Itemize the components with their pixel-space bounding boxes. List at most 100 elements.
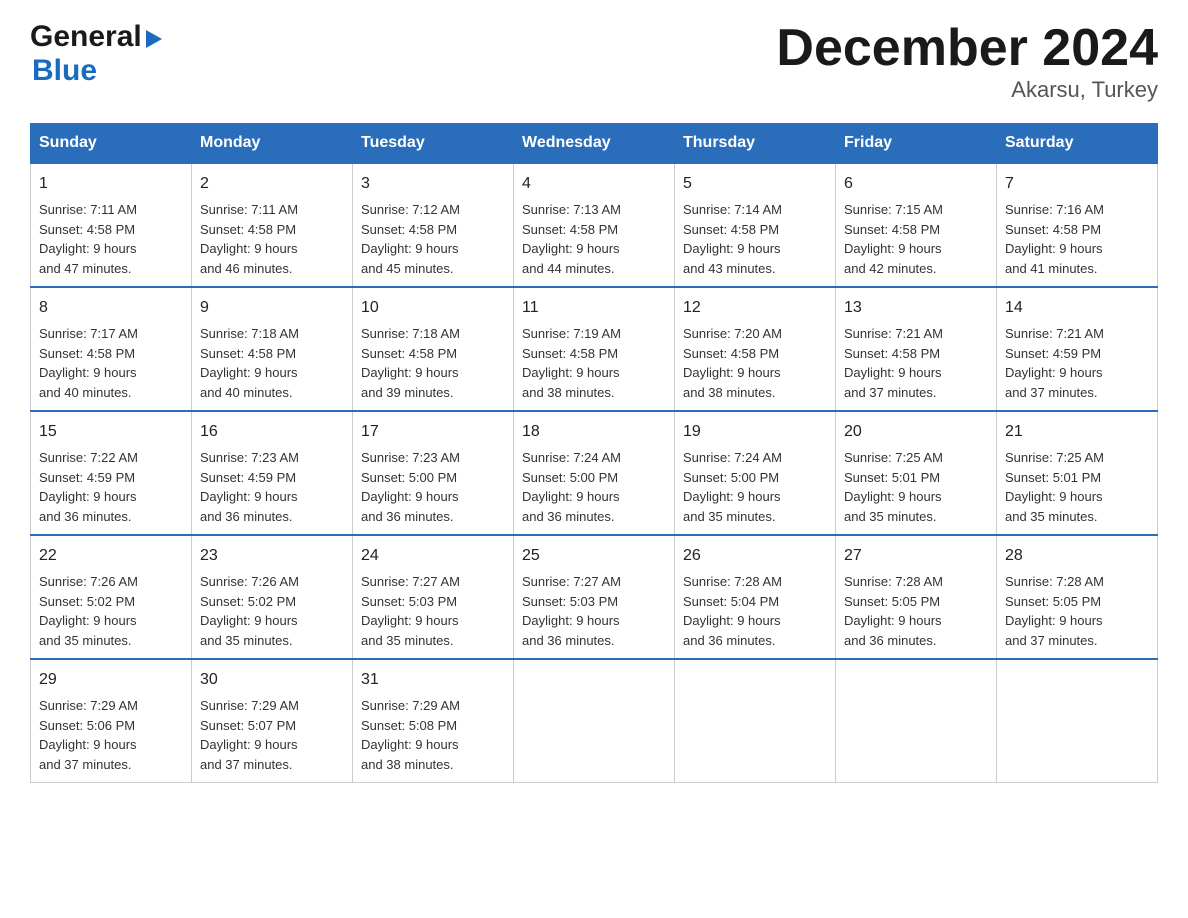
day-info: Sunrise: 7:29 AMSunset: 5:07 PMDaylight:… — [200, 698, 299, 772]
day-info: Sunrise: 7:25 AMSunset: 5:01 PMDaylight:… — [844, 450, 943, 524]
calendar-cell: 2 Sunrise: 7:11 AMSunset: 4:58 PMDaylight… — [192, 163, 353, 287]
calendar-cell: 18Sunrise: 7:24 AMSunset: 5:00 PMDayligh… — [514, 411, 675, 535]
day-number: 23 — [200, 544, 344, 568]
calendar-cell: 28 Sunrise: 7:28 AMSunset: 5:05 PMDayligh… — [997, 535, 1158, 659]
month-title: December 2024 — [776, 20, 1158, 77]
day-info: Sunrise: 7:21 AMSunset: 4:59 PMDaylight:… — [1005, 326, 1104, 400]
logo: General Blue — [30, 20, 162, 88]
calendar-cell — [675, 659, 836, 783]
calendar-table: SundayMondayTuesdayWednesdayThursdayFrid… — [30, 123, 1158, 783]
calendar-week-3: 15 Sunrise: 7:22 AMSunset: 4:59 PMDayligh… — [31, 411, 1158, 535]
day-number: 4 — [522, 172, 666, 196]
day-info: Sunrise: 7:18 AMSunset: 4:58 PMDaylight:… — [361, 326, 460, 400]
day-number: 9 — [200, 296, 344, 320]
calendar-cell — [997, 659, 1158, 783]
calendar-cell: 21Sunrise: 7:25 AMSunset: 5:01 PMDayligh… — [997, 411, 1158, 535]
day-info: Sunrise: 7:23 AMSunset: 5:00 PMDaylight:… — [361, 450, 460, 524]
calendar-cell: 1 Sunrise: 7:11 AMSunset: 4:58 PMDaylight… — [31, 163, 192, 287]
calendar-cell: 20 Sunrise: 7:25 AMSunset: 5:01 PMDayligh… — [836, 411, 997, 535]
location-text: Akarsu, Turkey — [776, 77, 1158, 103]
calendar-cell: 19 Sunrise: 7:24 AMSunset: 5:00 PMDayligh… — [675, 411, 836, 535]
day-number: 15 — [39, 420, 183, 444]
day-number: 5 — [683, 172, 827, 196]
day-number: 2 — [200, 172, 344, 196]
logo-arrow-icon — [146, 30, 162, 48]
day-info: Sunrise: 7:24 AMSunset: 5:00 PMDaylight:… — [522, 450, 621, 524]
day-info: Sunrise: 7:26 AMSunset: 5:02 PMDaylight:… — [39, 574, 138, 648]
day-number: 26 — [683, 544, 827, 568]
calendar-week-4: 22 Sunrise: 7:26 AMSunset: 5:02 PMDayligh… — [31, 535, 1158, 659]
calendar-cell: 3Sunrise: 7:12 AMSunset: 4:58 PMDaylight… — [353, 163, 514, 287]
day-info: Sunrise: 7:19 AMSunset: 4:58 PMDaylight:… — [522, 326, 621, 400]
day-info: Sunrise: 7:11 AMSunset: 4:58 PMDaylight:… — [200, 202, 298, 276]
calendar-cell: 24Sunrise: 7:27 AMSunset: 5:03 PMDayligh… — [353, 535, 514, 659]
day-number: 22 — [39, 544, 183, 568]
calendar-cell: 15 Sunrise: 7:22 AMSunset: 4:59 PMDayligh… — [31, 411, 192, 535]
day-info: Sunrise: 7:29 AMSunset: 5:06 PMDaylight:… — [39, 698, 138, 772]
day-number: 20 — [844, 420, 988, 444]
day-info: Sunrise: 7:15 AMSunset: 4:58 PMDaylight:… — [844, 202, 943, 276]
day-header-monday: Monday — [192, 124, 353, 164]
day-info: Sunrise: 7:16 AMSunset: 4:58 PMDaylight:… — [1005, 202, 1104, 276]
day-info: Sunrise: 7:22 AMSunset: 4:59 PMDaylight:… — [39, 450, 138, 524]
day-info: Sunrise: 7:20 AMSunset: 4:58 PMDaylight:… — [683, 326, 782, 400]
day-header-thursday: Thursday — [675, 124, 836, 164]
day-header-saturday: Saturday — [997, 124, 1158, 164]
title-section: December 2024 Akarsu, Turkey — [776, 20, 1158, 103]
day-number: 25 — [522, 544, 666, 568]
calendar-cell: 25Sunrise: 7:27 AMSunset: 5:03 PMDayligh… — [514, 535, 675, 659]
calendar-body: 1 Sunrise: 7:11 AMSunset: 4:58 PMDaylight… — [31, 163, 1158, 783]
calendar-cell: 4Sunrise: 7:13 AMSunset: 4:58 PMDaylight… — [514, 163, 675, 287]
day-info: Sunrise: 7:29 AMSunset: 5:08 PMDaylight:… — [361, 698, 460, 772]
calendar-cell: 12 Sunrise: 7:20 AMSunset: 4:58 PMDayligh… — [675, 287, 836, 411]
day-number: 24 — [361, 544, 505, 568]
calendar-cell: 23 Sunrise: 7:26 AMSunset: 5:02 PMDayligh… — [192, 535, 353, 659]
calendar-week-2: 8 Sunrise: 7:17 AMSunset: 4:58 PMDaylight… — [31, 287, 1158, 411]
day-number: 21 — [1005, 420, 1149, 444]
day-info: Sunrise: 7:14 AMSunset: 4:58 PMDaylight:… — [683, 202, 782, 276]
calendar-cell: 14 Sunrise: 7:21 AMSunset: 4:59 PMDayligh… — [997, 287, 1158, 411]
day-info: Sunrise: 7:12 AMSunset: 4:58 PMDaylight:… — [361, 202, 460, 276]
day-number: 8 — [39, 296, 183, 320]
day-number: 29 — [39, 668, 183, 692]
day-info: Sunrise: 7:28 AMSunset: 5:04 PMDaylight:… — [683, 574, 782, 648]
day-number: 30 — [200, 668, 344, 692]
day-number: 28 — [1005, 544, 1149, 568]
day-info: Sunrise: 7:26 AMSunset: 5:02 PMDaylight:… — [200, 574, 299, 648]
day-number: 10 — [361, 296, 505, 320]
day-number: 31 — [361, 668, 505, 692]
day-info: Sunrise: 7:23 AMSunset: 4:59 PMDaylight:… — [200, 450, 299, 524]
day-number: 14 — [1005, 296, 1149, 320]
calendar-cell — [836, 659, 997, 783]
day-number: 6 — [844, 172, 988, 196]
day-info: Sunrise: 7:28 AMSunset: 5:05 PMDaylight:… — [1005, 574, 1104, 648]
day-header-friday: Friday — [836, 124, 997, 164]
calendar-cell: 16Sunrise: 7:23 AMSunset: 4:59 PMDayligh… — [192, 411, 353, 535]
day-info: Sunrise: 7:21 AMSunset: 4:58 PMDaylight:… — [844, 326, 943, 400]
calendar-cell: 11 Sunrise: 7:19 AMSunset: 4:58 PMDayligh… — [514, 287, 675, 411]
day-number: 11 — [522, 296, 666, 320]
day-info: Sunrise: 7:17 AMSunset: 4:58 PMDaylight:… — [39, 326, 138, 400]
day-number: 12 — [683, 296, 827, 320]
calendar-cell: 30 Sunrise: 7:29 AMSunset: 5:07 PMDayligh… — [192, 659, 353, 783]
calendar-cell: 6 Sunrise: 7:15 AMSunset: 4:58 PMDaylight… — [836, 163, 997, 287]
calendar-cell: 7 Sunrise: 7:16 AMSunset: 4:58 PMDaylight… — [997, 163, 1158, 287]
day-number: 13 — [844, 296, 988, 320]
day-header-wednesday: Wednesday — [514, 124, 675, 164]
day-info: Sunrise: 7:11 AMSunset: 4:58 PMDaylight:… — [39, 202, 137, 276]
day-number: 19 — [683, 420, 827, 444]
day-info: Sunrise: 7:18 AMSunset: 4:58 PMDaylight:… — [200, 326, 299, 400]
day-number: 7 — [1005, 172, 1149, 196]
calendar-week-5: 29 Sunrise: 7:29 AMSunset: 5:06 PMDayligh… — [31, 659, 1158, 783]
calendar-cell: 17 Sunrise: 7:23 AMSunset: 5:00 PMDayligh… — [353, 411, 514, 535]
day-number: 17 — [361, 420, 505, 444]
calendar-header-row: SundayMondayTuesdayWednesdayThursdayFrid… — [31, 124, 1158, 164]
calendar-cell: 8 Sunrise: 7:17 AMSunset: 4:58 PMDaylight… — [31, 287, 192, 411]
calendar-cell: 26 Sunrise: 7:28 AMSunset: 5:04 PMDayligh… — [675, 535, 836, 659]
day-header-tuesday: Tuesday — [353, 124, 514, 164]
calendar-cell: 27Sunrise: 7:28 AMSunset: 5:05 PMDayligh… — [836, 535, 997, 659]
logo-line1: General — [30, 20, 162, 54]
page-header: General Blue December 2024 Akarsu, Turke… — [30, 20, 1158, 103]
day-number: 1 — [39, 172, 183, 196]
day-info: Sunrise: 7:24 AMSunset: 5:00 PMDaylight:… — [683, 450, 782, 524]
